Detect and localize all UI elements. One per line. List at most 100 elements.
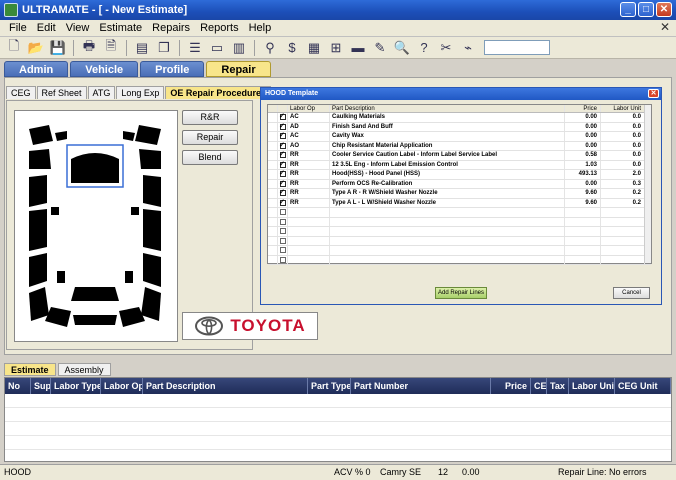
minimize-button[interactable]: _ <box>620 2 636 17</box>
mdi-close-icon[interactable]: ✕ <box>660 20 670 34</box>
tab-admin[interactable]: Admin <box>4 61 69 77</box>
row-price: 0.00 <box>565 122 601 131</box>
document-icon[interactable]: ▤ <box>132 39 152 57</box>
part-front-bumper-right <box>135 125 161 145</box>
save-icon[interactable]: 💾 <box>48 39 68 57</box>
row-checkbox-box[interactable] <box>280 218 286 225</box>
row-checkbox[interactable] <box>278 217 288 226</box>
template-row[interactable]: ✓ AD Finish Sand And Buff 0.00 0.0 <box>268 122 651 132</box>
row-checkbox-box[interactable] <box>280 247 286 253</box>
blend-button[interactable]: Blend <box>182 150 238 165</box>
repair-button[interactable]: Repair <box>182 130 238 145</box>
template-row[interactable] <box>268 217 651 227</box>
split-icon[interactable]: ▥ <box>229 39 249 57</box>
row-selector <box>268 236 278 245</box>
estimate-row[interactable] <box>5 422 671 436</box>
row-checkbox-box[interactable] <box>280 237 286 244</box>
template-row[interactable]: ✓ RR Hood(HSS) - Hood Panel (HSS) 493.13 2.0 <box>268 170 651 180</box>
subtab-long-exp[interactable]: Long Exp <box>116 86 165 99</box>
row-checkbox[interactable]: ✓ <box>278 160 288 169</box>
menu-view[interactable]: View <box>61 22 95 34</box>
add-repair-lines-button[interactable]: Add Repair Lines <box>435 287 487 299</box>
template-row[interactable]: ✓ RR Type A R - R W/Shield Washer Nozzle 9.… <box>268 189 651 199</box>
row-checkbox[interactable]: ✓ <box>278 189 288 198</box>
part-tail-left <box>57 271 65 283</box>
search-doc-icon[interactable]: 🔍 <box>392 39 412 57</box>
row-checkbox[interactable] <box>278 236 288 245</box>
dialog-close-icon[interactable]: ✕ <box>648 89 659 98</box>
row-labor-unit <box>601 217 645 226</box>
money-icon[interactable]: $ <box>282 39 302 57</box>
subtab-oe-repair-procedures[interactable]: OE Repair Procedures <box>165 86 271 99</box>
tab-vehicle[interactable]: Vehicle <box>70 61 139 77</box>
row-selector <box>268 141 278 150</box>
template-row[interactable] <box>268 227 651 237</box>
template-row[interactable]: ✓ RR Cooler Service Caution Label - Inform… <box>268 151 651 161</box>
subtab-ceg[interactable]: CEG <box>6 86 36 99</box>
template-row[interactable] <box>268 208 651 218</box>
print-preview-icon[interactable]: 🗎 <box>101 38 121 57</box>
tab-estimate[interactable]: Estimate <box>4 363 56 376</box>
template-row[interactable]: ✓ AC Cavity Wax 0.00 0.0 <box>268 132 651 142</box>
cancel-button[interactable]: Cancel <box>613 287 650 299</box>
row-checkbox[interactable]: ✓ <box>278 122 288 131</box>
layout-icon[interactable]: ☰ <box>185 39 205 57</box>
template-row[interactable] <box>268 246 651 256</box>
template-row[interactable]: ✓ RR Type A L - L W/Shield Washer Nozzle 9.… <box>268 198 651 208</box>
row-checkbox[interactable] <box>278 246 288 255</box>
estimate-row[interactable] <box>5 394 671 408</box>
new-icon[interactable]: 🗋 <box>4 38 24 57</box>
menu-estimate[interactable]: Estimate <box>94 22 147 34</box>
calculator-icon[interactable]: ▦ <box>304 39 324 57</box>
row-checkbox[interactable]: ✓ <box>278 132 288 141</box>
subtab-atg[interactable]: ATG <box>87 86 116 99</box>
tools-icon[interactable]: ✂ <box>436 39 456 57</box>
template-row[interactable]: ✓ AO Chip Resistant Material Application 0.… <box>268 141 651 151</box>
subtab-ref-sheet[interactable]: Ref Sheet <box>36 86 87 99</box>
row-checkbox[interactable] <box>278 227 288 236</box>
estimate-row[interactable] <box>5 436 671 450</box>
template-row[interactable]: ✓ RR 12 3.5L Eng - Inform Label Emission C… <box>268 160 651 170</box>
row-checkbox[interactable]: ✓ <box>278 151 288 160</box>
menu-edit[interactable]: Edit <box>32 22 61 34</box>
template-row[interactable] <box>268 236 651 246</box>
disk-icon[interactable]: ▬ <box>348 39 368 57</box>
tab-repair[interactable]: Repair <box>206 61 271 77</box>
row-checkbox[interactable] <box>278 208 288 217</box>
open-folder-icon[interactable]: 📂 <box>26 39 46 57</box>
template-row[interactable]: ✓ RR Perform OCS Re-Calibration 0.00 0.3 <box>268 179 651 189</box>
toolbar-search-input[interactable] <box>484 40 550 55</box>
menu-help[interactable]: Help <box>244 22 277 34</box>
menu-repairs[interactable]: Repairs <box>147 22 195 34</box>
api-icon[interactable]: ⌁ <box>458 39 478 57</box>
template-row[interactable] <box>268 255 651 265</box>
row-checkbox[interactable]: ✓ <box>278 170 288 179</box>
row-checkbox[interactable]: ✓ <box>278 141 288 150</box>
maximize-button[interactable]: □ <box>638 2 654 17</box>
menu-file[interactable]: File <box>4 22 32 34</box>
menu-reports[interactable]: Reports <box>195 22 244 34</box>
help-icon[interactable]: ? <box>414 39 434 57</box>
row-checkbox[interactable]: ✓ <box>278 113 288 122</box>
row-price: 0.00 <box>565 179 601 188</box>
tab-profile[interactable]: Profile <box>140 61 205 77</box>
print-icon[interactable]: 🖶 <box>79 38 99 57</box>
rr-button[interactable]: R&R <box>182 110 238 125</box>
row-checkbox[interactable]: ✓ <box>278 179 288 188</box>
copy-icon[interactable]: ❐ <box>154 39 174 57</box>
row-checkbox-box[interactable] <box>280 228 286 234</box>
close-button[interactable]: ✕ <box>656 2 672 17</box>
row-checkbox[interactable]: ✓ <box>278 198 288 207</box>
row-checkbox[interactable] <box>278 255 288 264</box>
add-icon[interactable]: ⊞ <box>326 39 346 57</box>
template-row[interactable]: ✓ AC Caulking Materials 0.00 0.0 <box>268 113 651 123</box>
estimate-row[interactable] <box>5 408 671 422</box>
tab-assembly[interactable]: Assembly <box>57 363 111 376</box>
row-checkbox-box[interactable] <box>280 209 286 215</box>
find-icon[interactable]: ⚲ <box>260 39 280 57</box>
note-icon[interactable]: ✎ <box>370 39 390 57</box>
template-grid-scrollbar[interactable] <box>644 105 651 263</box>
row-labor-unit: 0.2 <box>601 198 645 207</box>
row-checkbox-box[interactable] <box>280 256 286 263</box>
window-icon[interactable]: ▭ <box>207 39 227 57</box>
